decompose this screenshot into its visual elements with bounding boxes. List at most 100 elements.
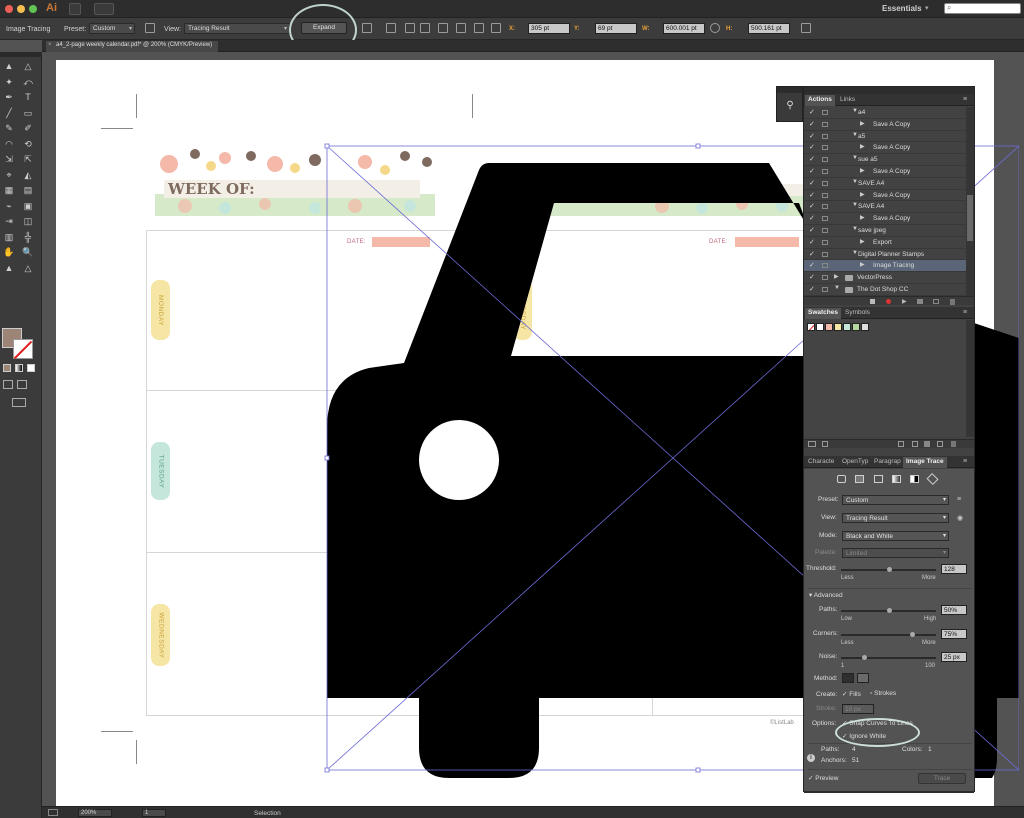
action-row[interactable]: ✓ ▼ SAVE A4 xyxy=(804,178,966,190)
checkmark-icon[interactable]: ✓ xyxy=(809,108,815,116)
swatch-color[interactable] xyxy=(852,323,860,331)
chevron-right-icon[interactable]: ▶ xyxy=(860,167,865,174)
transform-icon[interactable] xyxy=(801,23,811,33)
color-group-icon[interactable] xyxy=(898,441,904,447)
dialog-toggle-icon[interactable] xyxy=(822,180,828,186)
high-color-icon[interactable] xyxy=(855,475,864,483)
tab-opentype[interactable]: OpenTyp xyxy=(839,457,871,468)
artboard-tool-icon[interactable]: ✋ xyxy=(3,246,15,258)
dialog-toggle-icon[interactable] xyxy=(822,228,828,233)
checkmark-icon[interactable]: ✓ xyxy=(809,155,815,163)
threshold-field[interactable]: 128 xyxy=(941,564,967,574)
chevron-right-icon[interactable]: ▶ xyxy=(860,214,865,221)
selection-tool-icon[interactable]: ▲ xyxy=(3,60,15,72)
paths-field[interactable]: 50% xyxy=(941,605,967,615)
arrange-documents-icon[interactable] xyxy=(94,3,114,15)
trace-view-dropdown[interactable]: Tracing Result ▾ xyxy=(842,513,949,523)
swatch-options-icon[interactable] xyxy=(912,441,918,447)
dialog-toggle-icon[interactable] xyxy=(822,133,828,139)
dialog-toggle-icon[interactable] xyxy=(822,157,828,163)
action-row[interactable]: ✓ ▼ SAVE A4 xyxy=(804,201,966,214)
preset-dropdown[interactable]: Custom ▾ xyxy=(89,23,135,34)
eyedropper-tool-icon[interactable]: ⇥ xyxy=(3,215,15,227)
delete-icon[interactable] xyxy=(951,441,956,447)
blend-tool-icon[interactable]: ◫ xyxy=(22,215,34,227)
action-row[interactable]: ✓ ▼ a5 xyxy=(804,131,966,143)
checkmark-icon[interactable]: ✓ xyxy=(809,179,815,187)
checkmark-icon[interactable]: ✓ xyxy=(809,120,815,128)
blob-brush-tool-icon[interactable]: ◠ xyxy=(3,138,15,150)
slider-knob[interactable] xyxy=(910,632,916,637)
slider-knob[interactable] xyxy=(886,608,892,613)
action-row[interactable]: ✓ ▶ VectorPress xyxy=(804,272,966,284)
shape-builder-tool-icon[interactable]: ▦ xyxy=(3,184,15,196)
align-right-icon[interactable] xyxy=(420,23,430,33)
auto-color-icon[interactable] xyxy=(837,475,846,483)
pen-tool-icon[interactable]: ✒ xyxy=(3,91,15,103)
tab-symbols[interactable]: Symbols xyxy=(842,308,873,319)
panel-menu-icon[interactable]: ≡ xyxy=(963,458,967,465)
zoom-tool-icon[interactable]: △ xyxy=(22,262,34,274)
dialog-toggle-icon[interactable] xyxy=(822,169,828,174)
grayscale-icon[interactable] xyxy=(892,475,901,483)
chevron-right-icon[interactable]: ▶ xyxy=(860,120,865,127)
action-row[interactable]: ✓ ▶ Save A Copy xyxy=(804,213,966,225)
artboard-nav-icon[interactable] xyxy=(48,809,58,816)
threshold-slider[interactable] xyxy=(841,567,936,572)
black-and-white-icon[interactable] xyxy=(910,475,919,483)
draw-behind-icon[interactable] xyxy=(17,380,27,389)
height-field[interactable]: 500.161 pt xyxy=(748,23,790,34)
new-swatch-icon[interactable] xyxy=(937,441,943,447)
new-color-group-icon[interactable] xyxy=(924,441,930,447)
pencil-tool-icon[interactable]: ✐ xyxy=(22,122,34,134)
line-tool-icon[interactable]: ╱ xyxy=(3,107,15,119)
symbol-sprayer-tool-icon[interactable]: ▥ xyxy=(3,231,15,243)
lasso-tool-icon[interactable]: ⤺ xyxy=(22,76,34,88)
action-row[interactable]: ✓ ▶ Save A Copy xyxy=(804,166,966,178)
draw-normal-icon[interactable] xyxy=(3,380,13,389)
fills-checkbox[interactable]: ✓ Fills xyxy=(842,690,861,698)
document-tab[interactable]: × a4_2-page weekly calendar.pdf* @ 200% … xyxy=(46,41,219,52)
show-swatch-kinds-icon[interactable] xyxy=(822,441,828,447)
image-trace-panel-icon[interactable] xyxy=(145,23,155,33)
gradient-tool-icon[interactable]: ▣ xyxy=(22,200,34,212)
dock-grip[interactable] xyxy=(777,87,802,93)
corners-slider[interactable] xyxy=(841,632,936,637)
chevron-right-icon[interactable]: ▶ xyxy=(834,273,839,280)
action-row[interactable]: ✓ ▼ sue a5 xyxy=(804,154,966,166)
dialog-toggle-icon[interactable] xyxy=(822,263,828,269)
slider-knob[interactable] xyxy=(861,655,867,660)
action-row[interactable]: ✓ ▼ The Dot Shop CC xyxy=(804,284,966,296)
hand-tool-icon[interactable]: ▲ xyxy=(3,262,15,274)
free-transform-tool-icon[interactable]: ◭ xyxy=(22,169,34,181)
action-row[interactable]: ✓ ▶ Save A Copy xyxy=(804,142,966,155)
record-icon[interactable] xyxy=(886,299,891,304)
none-mode-icon[interactable] xyxy=(27,364,35,372)
stop-icon[interactable] xyxy=(870,299,875,304)
swatch-none[interactable] xyxy=(807,323,815,331)
checkmark-icon[interactable]: ✓ xyxy=(809,250,815,258)
tab-swatches[interactable]: Swatches xyxy=(805,308,841,319)
bridge-icon[interactable] xyxy=(69,3,81,15)
action-row[interactable]: ✓ ▶ Image Tracing xyxy=(804,260,966,273)
mesh-tool-icon[interactable]: ⌁ xyxy=(3,200,15,212)
eye-icon[interactable]: ◉ xyxy=(957,514,963,522)
chevron-right-icon[interactable]: ▶ xyxy=(860,261,865,268)
scale-tool-icon[interactable]: ⇱ xyxy=(22,153,34,165)
zoom-field[interactable]: 200% xyxy=(78,809,112,817)
swatches-scrollbar[interactable] xyxy=(966,320,974,437)
swatch-color[interactable] xyxy=(834,323,842,331)
zoom-window-icon[interactable] xyxy=(29,5,37,13)
eraser-tool-icon[interactable]: ⟲ xyxy=(22,138,34,150)
paintbrush-tool-icon[interactable]: ✎ xyxy=(3,122,15,134)
align-middle-icon[interactable] xyxy=(456,23,466,33)
dialog-toggle-icon[interactable] xyxy=(822,251,828,257)
dialog-toggle-icon[interactable] xyxy=(822,145,828,151)
noise-slider[interactable] xyxy=(841,655,936,660)
swatch-color[interactable] xyxy=(843,323,851,331)
chevron-down-icon[interactable]: ▼ xyxy=(834,285,840,291)
tab-paragraph[interactable]: Paragrap xyxy=(871,457,904,468)
new-action-icon[interactable] xyxy=(933,299,939,304)
mode-dropdown[interactable]: Black and White ▾ xyxy=(842,531,949,541)
align-center-icon[interactable] xyxy=(405,23,415,33)
